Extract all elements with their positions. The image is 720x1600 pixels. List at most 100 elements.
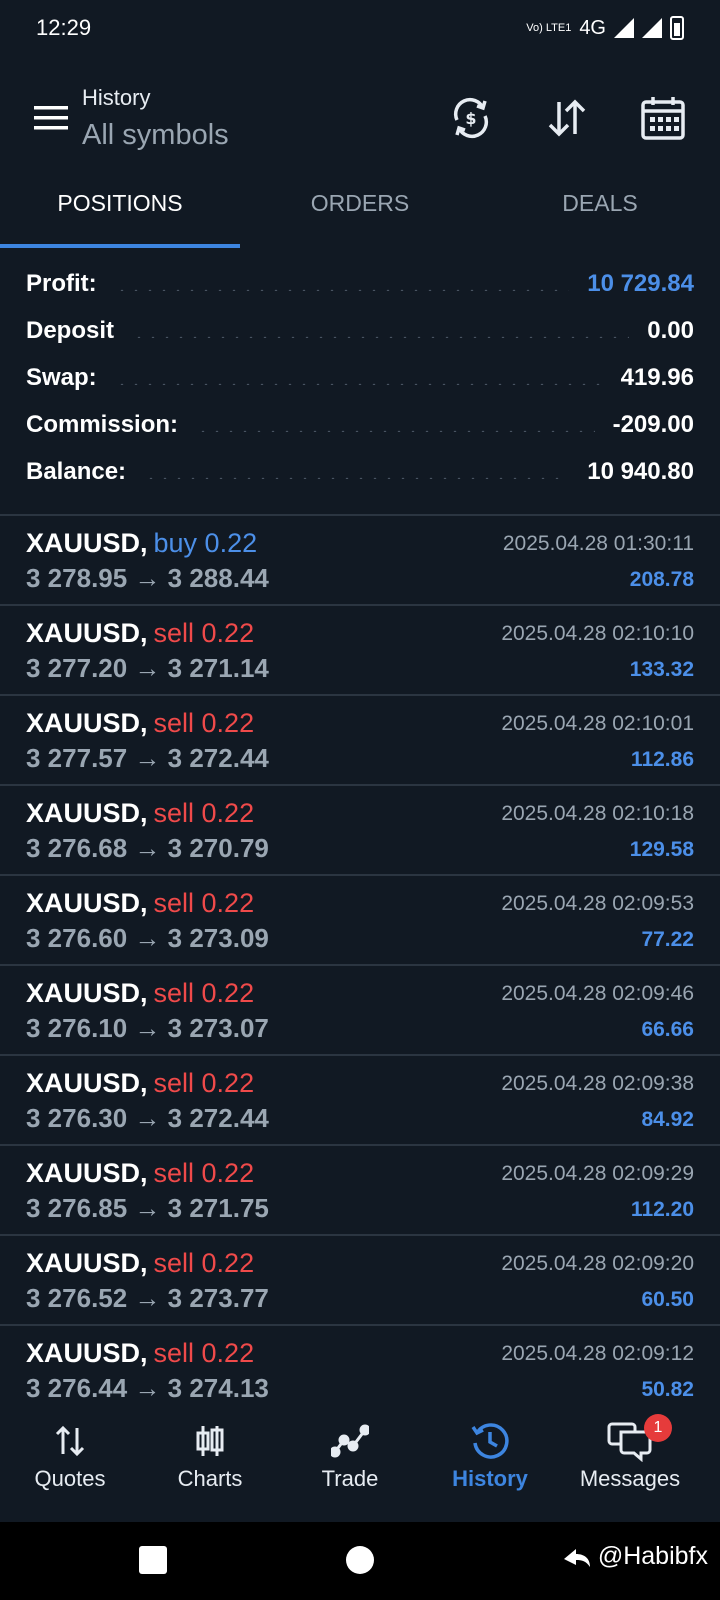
position-prices: 3 276.44 → 3 274.13 xyxy=(26,1373,269,1403)
position-row[interactable]: XAUUSD, sell 0.22 3 276.30 → 3 272.44 202… xyxy=(0,1056,720,1146)
position-profit: 50.82 xyxy=(641,1378,694,1401)
position-time: 2025.04.28 02:09:53 xyxy=(501,892,694,915)
position-row[interactable]: XAUUSD, sell 0.22 3 276.52 → 3 273.77 202… xyxy=(0,1236,720,1326)
nav-messages[interactable]: 1 Messages xyxy=(560,1408,700,1522)
calendar-icon xyxy=(641,97,685,140)
summary-value: 10 940.80 xyxy=(587,457,694,485)
position-side: sell 0.22 xyxy=(153,798,255,828)
candlestick-icon xyxy=(196,1426,224,1456)
position-row[interactable]: XAUUSD, sell 0.22 3 277.57 → 3 272.44 202… xyxy=(0,696,720,786)
summary-label: Commission: xyxy=(26,410,179,438)
history-icon xyxy=(471,1423,509,1459)
nav-charts[interactable]: Charts xyxy=(140,1408,280,1522)
position-time: 2025.04.28 02:09:29 xyxy=(501,1162,694,1185)
summary-row-swap: Swap: 419.96 xyxy=(26,354,694,401)
position-prices: 3 277.20 → 3 271.14 xyxy=(26,653,269,683)
position-prices: 3 276.60 → 3 273.09 xyxy=(26,923,269,953)
summary-value: 0.00 xyxy=(647,316,694,344)
position-symbol: XAUUSD, xyxy=(26,888,148,918)
position-row[interactable]: XAUUSD, sell 0.22 3 276.10 → 3 273.07 202… xyxy=(0,966,720,1056)
tab-positions[interactable]: POSITIONS xyxy=(0,180,240,248)
battery-icon xyxy=(670,16,684,40)
summary-row-balance: Balance: 10 940.80 xyxy=(26,448,694,495)
position-side: sell 0.22 xyxy=(153,708,255,738)
position-symbol: XAUUSD, xyxy=(26,528,148,558)
position-prices: 3 276.52 → 3 273.77 xyxy=(26,1283,269,1313)
position-row[interactable]: XAUUSD, buy 0.22 3 278.95 → 3 288.44 2025… xyxy=(0,516,720,606)
position-symbol: XAUUSD, xyxy=(26,798,148,828)
position-time: 2025.04.28 02:10:10 xyxy=(501,622,694,645)
summary-label: Swap: xyxy=(26,363,97,391)
position-time: 2025.04.28 02:10:01 xyxy=(501,712,694,735)
nav-quotes[interactable]: Quotes xyxy=(0,1408,140,1522)
share-icon xyxy=(563,1548,590,1567)
position-profit: 112.20 xyxy=(630,1198,694,1221)
tab-orders[interactable]: ORDERS xyxy=(240,180,480,248)
summary-label: Deposit xyxy=(26,316,115,344)
position-profit: 112.86 xyxy=(630,748,694,771)
nav-label: Trade xyxy=(321,1466,379,1491)
position-side: sell 0.22 xyxy=(153,978,255,1008)
home-button[interactable] xyxy=(346,1546,374,1574)
position-row[interactable]: XAUUSD, sell 0.22 3 276.60 → 3 273.09 202… xyxy=(0,876,720,966)
position-side: sell 0.22 xyxy=(153,618,255,648)
position-symbol: XAUUSD, xyxy=(26,1068,148,1098)
quotes-icon xyxy=(55,1425,85,1457)
active-tab-indicator xyxy=(0,244,240,248)
position-profit: 84.92 xyxy=(641,1108,694,1131)
recents-button[interactable] xyxy=(139,1546,167,1574)
position-time: 2025.04.28 02:09:46 xyxy=(501,982,694,1005)
signal-icon xyxy=(614,18,634,38)
position-row[interactable]: XAUUSD, sell 0.22 3 276.85 → 3 271.75 202… xyxy=(0,1146,720,1236)
position-symbol: XAUUSD, xyxy=(26,1158,148,1188)
dot-leader xyxy=(132,335,630,338)
sort-button[interactable] xyxy=(536,87,598,149)
nav-label: Messages xyxy=(579,1466,681,1491)
nav-label: Quotes xyxy=(34,1466,106,1491)
position-symbol: XAUUSD, xyxy=(26,708,148,738)
tab-deals[interactable]: DEALS xyxy=(480,180,720,248)
position-symbol: XAUUSD, xyxy=(26,978,148,1008)
title-block[interactable]: History All symbols xyxy=(82,85,440,152)
signal-icon-2 xyxy=(642,18,662,38)
svg-text:$: $ xyxy=(465,109,476,128)
position-prices: 3 277.57 → 3 272.44 xyxy=(26,743,269,773)
position-profit: 133.32 xyxy=(629,658,694,681)
nav-trade[interactable]: Trade xyxy=(280,1408,420,1522)
dot-leader xyxy=(114,382,603,385)
volte-indicator: Vo) LTE1 xyxy=(526,22,572,34)
position-time: 2025.04.28 02:09:38 xyxy=(501,1072,694,1095)
position-prices: 3 276.10 → 3 273.07 xyxy=(26,1013,269,1043)
position-row[interactable]: XAUUSD, sell 0.22 3 276.44 → 3 274.13 202… xyxy=(0,1326,720,1416)
nav-history[interactable]: History xyxy=(420,1408,560,1522)
position-time: 2025.04.28 02:10:18 xyxy=(501,802,694,825)
calendar-button[interactable] xyxy=(632,87,694,149)
watermark-text: @Habibfx xyxy=(597,1542,708,1570)
position-profit: 77.22 xyxy=(641,928,694,951)
dot-leader xyxy=(196,429,595,432)
position-side: sell 0.22 xyxy=(153,1338,255,1368)
position-row[interactable]: XAUUSD, sell 0.22 3 277.20 → 3 271.14 202… xyxy=(0,606,720,696)
position-profit: 66.66 xyxy=(641,1018,694,1041)
system-navigation-bar: @Habibfx xyxy=(0,1522,720,1600)
network-type: 4G xyxy=(579,16,606,39)
position-side: sell 0.22 xyxy=(153,1158,255,1188)
menu-button[interactable] xyxy=(14,80,90,156)
currency-exchange-icon: $ xyxy=(453,97,489,139)
position-row[interactable]: XAUUSD, sell 0.22 3 276.68 → 3 270.79 202… xyxy=(0,786,720,876)
dot-leader xyxy=(114,288,570,291)
status-icons: Vo) LTE1 4G xyxy=(526,16,684,40)
position-side: sell 0.22 xyxy=(153,1248,255,1278)
positions-list: XAUUSD, buy 0.22 3 278.95 → 3 288.44 2025… xyxy=(0,516,720,1416)
position-profit: 60.50 xyxy=(641,1288,694,1311)
currency-exchange-button[interactable]: $ xyxy=(440,87,502,149)
summary-label: Balance: xyxy=(26,457,127,485)
position-time: 2025.04.28 02:09:20 xyxy=(501,1252,694,1275)
status-bar: 12:29 Vo) LTE1 4G xyxy=(0,0,720,56)
summary-value: 10 729.84 xyxy=(587,269,694,297)
position-time: 2025.04.28 02:09:12 xyxy=(501,1342,694,1365)
position-time: 2025.04.28 01:30:11 xyxy=(502,532,694,555)
symbol-filter: All symbols xyxy=(82,118,229,151)
position-profit: 129.58 xyxy=(629,838,694,861)
position-symbol: XAUUSD, xyxy=(26,618,148,648)
